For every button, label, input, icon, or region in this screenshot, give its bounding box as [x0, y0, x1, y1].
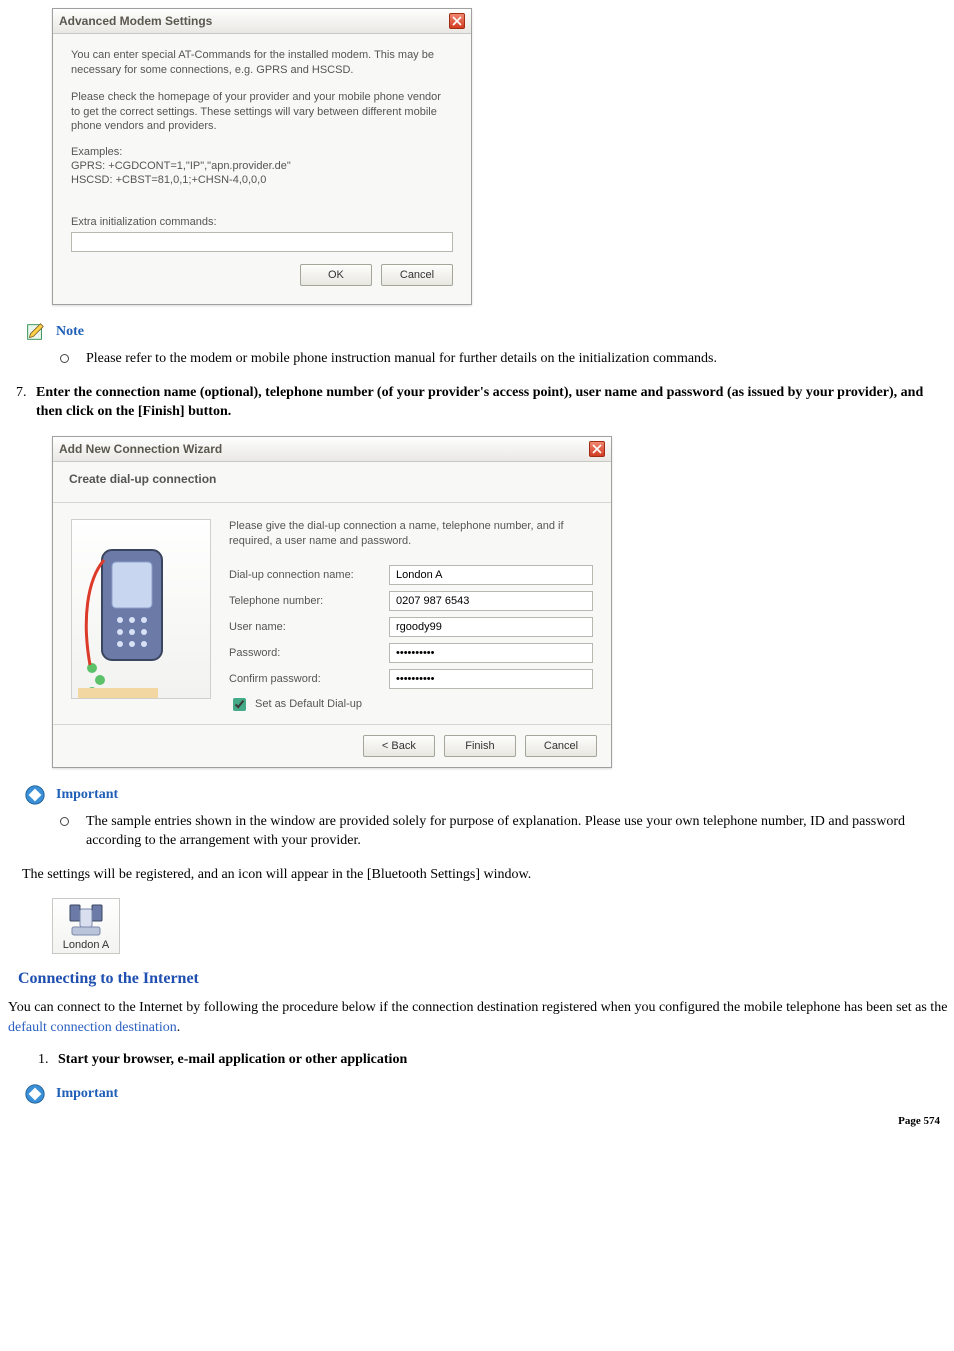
extra-commands-label: Extra initialization commands: — [71, 216, 453, 228]
wizard-illustration — [71, 519, 211, 699]
dialog-paragraph: Please check the homepage of your provid… — [71, 90, 453, 135]
close-icon[interactable] — [589, 441, 605, 457]
dialog-title: Advanced Modem Settings — [59, 14, 212, 28]
step-7-text: Enter the connection name (optional), te… — [36, 385, 923, 420]
confirm-password-label: Confirm password: — [229, 673, 389, 685]
connect-text: You can connect to the Internet by follo… — [8, 1000, 947, 1015]
step-7: Enter the connection name (optional), te… — [30, 383, 950, 422]
important-label: Important — [56, 787, 118, 803]
password-input[interactable] — [389, 643, 593, 663]
note-icon — [24, 321, 46, 343]
back-button[interactable]: < Back — [363, 735, 435, 757]
page-footer: Page 574 — [4, 1111, 950, 1133]
default-dialup-checkbox[interactable] — [233, 698, 246, 711]
conn-name-label: Dial-up connection name: — [229, 569, 389, 581]
advanced-modem-settings-dialog: Advanced Modem Settings You can enter sp… — [52, 8, 472, 305]
ok-button[interactable]: OK — [300, 264, 372, 286]
connect-text-post: . — [177, 1020, 181, 1035]
examples-label: Examples: — [71, 146, 453, 158]
wizard-intro-text: Please give the dial-up connection a nam… — [229, 519, 593, 549]
note-label: Note — [56, 324, 84, 340]
telephone-input[interactable] — [389, 591, 593, 611]
cancel-button[interactable]: Cancel — [525, 735, 597, 757]
username-input[interactable] — [389, 617, 593, 637]
default-dialup-label: Set as Default Dial-up — [255, 698, 362, 710]
section-heading: Connecting to the Internet — [18, 970, 950, 988]
example-line: HSCSD: +CBST=81,0,1;+CHSN-4,0,0,0 — [71, 174, 453, 186]
dialog-titlebar: Add New Connection Wizard — [53, 437, 611, 462]
important-icon — [24, 784, 46, 806]
important-icon — [24, 1083, 46, 1105]
cancel-button[interactable]: Cancel — [381, 264, 453, 286]
note-bullet: Please refer to the modem or mobile phon… — [60, 349, 950, 369]
step-1-text: Start your browser, e-mail application o… — [58, 1052, 407, 1067]
wizard-subtitle: Create dial-up connection — [53, 462, 611, 503]
bluetooth-settings-icon: London A — [52, 898, 120, 954]
connect-paragraph: You can connect to the Internet by follo… — [8, 998, 950, 1037]
close-icon[interactable] — [449, 13, 465, 29]
important-label: Important — [56, 1086, 118, 1102]
important-callout: Important — [24, 1083, 950, 1105]
add-new-connection-wizard-dialog: Add New Connection Wizard Create dial-up… — [52, 436, 612, 768]
important-bullet: The sample entries shown in the window a… — [60, 812, 950, 851]
conn-name-input[interactable] — [389, 565, 593, 585]
registered-paragraph: The settings will be registered, and an … — [22, 865, 950, 885]
finish-button[interactable]: Finish — [444, 735, 516, 757]
step-1: Start your browser, e-mail application o… — [52, 1050, 950, 1070]
default-connection-link[interactable]: default connection destination — [8, 1020, 177, 1035]
example-line: GPRS: +CGDCONT=1,"IP","apn.provider.de" — [71, 160, 453, 172]
extra-commands-input[interactable] — [71, 232, 453, 252]
username-label: User name: — [229, 621, 389, 633]
dialog-paragraph: You can enter special AT-Commands for th… — [71, 48, 453, 78]
dialog-title: Add New Connection Wizard — [59, 442, 222, 456]
dialog-titlebar: Advanced Modem Settings — [53, 9, 471, 34]
password-label: Password: — [229, 647, 389, 659]
telephone-label: Telephone number: — [229, 595, 389, 607]
note-callout: Note — [24, 321, 950, 343]
important-callout: Important — [24, 784, 950, 806]
confirm-password-input[interactable] — [389, 669, 593, 689]
device-icon — [55, 903, 117, 939]
bt-icon-label: London A — [55, 939, 117, 951]
